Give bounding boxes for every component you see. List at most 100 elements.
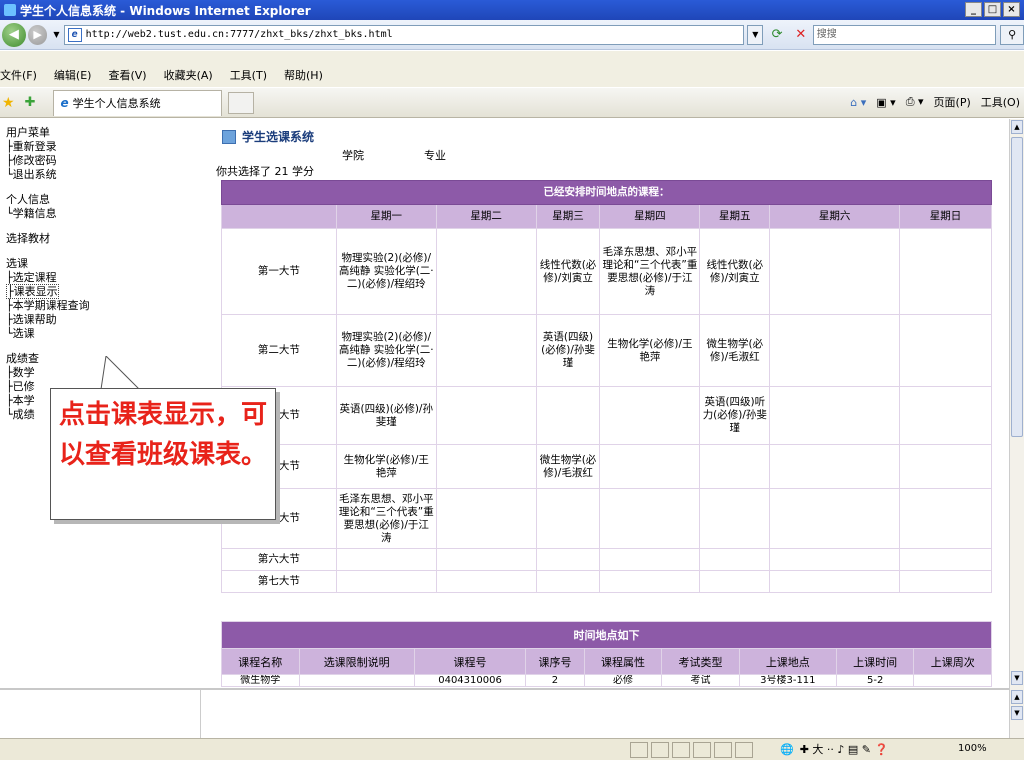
schedule-cell [769,314,901,387]
zoom-level[interactable]: 100% [958,743,987,754]
home-icon[interactable]: ⌂ ▾ [850,96,866,109]
print-icon[interactable]: ⎙ ▾ [906,95,924,109]
sidebar-item[interactable]: ├重新登录 [0,140,200,154]
lower-scroll-down-icon[interactable]: ▼ [1011,706,1023,720]
window-title-bar: 学生个人信息系统 - Windows Internet Explorer _ □… [0,0,1024,20]
vertical-scrollbar[interactable]: ▲ ▼ [1009,119,1024,738]
sidebar-group-heading[interactable]: 用户菜单 [0,125,200,140]
status-pane [651,742,669,758]
back-button[interactable]: ◀ [2,22,26,47]
sidebar-item[interactable]: └退出系统 [0,168,200,182]
tab-ie-icon: e [60,96,69,110]
sidebar-item[interactable]: ├选定课程 [0,271,200,285]
day-header: 星期六 [769,204,901,229]
tab-student-info[interactable]: e 学生个人信息系统 [53,89,222,116]
scrollbar-thumb[interactable] [1011,137,1023,437]
lower-frame [0,688,1009,740]
search-input[interactable]: 搜搜 [812,24,997,45]
schedule-cell [599,444,701,489]
sidebar-item-label: ├本学期课程查询 [6,299,90,312]
schedule-cell: 线性代数(必修)/刘寅立 [535,228,601,315]
time-location-cell [913,674,992,687]
refresh-icon[interactable]: ⟳ [767,25,787,45]
close-button[interactable]: × [1003,2,1020,17]
sidebar-group-heading[interactable]: 个人信息 [0,192,200,207]
schedule-cell: 毛泽东思想、邓小平理论和“三个代表”重要思想(必修)/于江涛 [599,228,701,315]
schedule-row: 第四大节 生物化学(必修)/王艳萍 微生物学(必修)/毛淑红 [221,444,992,489]
sidebar-item[interactable]: └学籍信息 [0,207,200,221]
schedule-cell [435,314,537,387]
time-location-header: 课程属性 [583,648,663,675]
page-menu[interactable]: 页面(P) [934,94,971,110]
frame-divider [200,690,201,740]
menu-file[interactable]: 文件(F) [0,67,37,83]
schedule-row: 第一大节 物理实验(2)(必修)/高纯静 实验化学(二·二)(必修)/程绍玲 线性代… [221,228,992,315]
sidebar-group: 个人信息 └学籍信息 [0,192,200,221]
sidebar-item-label: └成绩 [6,408,35,421]
sidebar-item[interactable]: ├选课帮助 [0,313,200,327]
minimize-button[interactable]: _ [965,2,982,17]
maximize-button[interactable]: □ [984,2,1001,17]
sidebar-item-label: ├选课帮助 [6,313,57,326]
url-dropdown-icon[interactable]: ▼ [747,24,764,45]
lower-frame-scrollbar[interactable]: ▲ ▼ [1009,688,1024,738]
sidebar-group-heading[interactable]: 选课 [0,256,200,271]
sidebar-item[interactable]: ├课表显示 [0,284,200,299]
sidebar-item-label: ├本学 [6,394,35,407]
feeds-icon[interactable]: ▣ ▾ [876,96,895,109]
schedule-cell: 生物化学(必修)/王艳萍 [335,444,437,489]
schedule-cell [599,488,701,549]
time-location-header: 课程名称 [221,648,300,675]
schedule-cell [769,228,901,315]
menu-edit[interactable]: 编辑(E) [54,67,92,83]
sidebar-item-label: └退出系统 [6,168,57,181]
day-header: 星期五 [699,204,771,229]
time-location-header: 考试类型 [661,648,740,675]
schedule-cell [435,228,537,315]
search-icon[interactable]: ⚲ [1000,24,1024,45]
menu-favorites[interactable]: 收藏夹(A) [164,67,213,83]
lower-scroll-up-icon[interactable]: ▲ [1011,690,1023,704]
schedule-caption: 已经安排时间地点的课程： [221,180,992,205]
time-location-cell: 0404310006 [413,674,527,687]
status-pane [693,742,711,758]
sidebar-item[interactable]: ├本学期课程查询 [0,299,200,313]
menu-tools[interactable]: 工具(T) [230,67,267,83]
schedule-cell: 英语(四级)(必修)/孙斐瑾 [335,386,437,445]
schedule-cell [335,570,437,593]
sidebar-item-label: ├修改密码 [6,154,57,167]
credits-summary: 你共选择了 21 学分 [216,165,314,178]
menu-view[interactable]: 查看(V) [108,67,146,83]
time-location-caption: 时间地点如下 [221,621,992,649]
scroll-down-icon[interactable]: ▼ [1011,671,1023,685]
status-pane [672,742,690,758]
schedule-row: 第二大节 物理实验(2)(必修)/高纯静 实验化学(二·二)(必修)/程绍玲 英语(… [221,314,992,387]
college-label: 学院 [342,149,364,162]
add-favorite-icon[interactable]: ✚ [25,95,36,110]
callout-text: 点击课表显示，可以查看班级课表。 [59,400,268,470]
time-location-header: 选课限制说明 [298,648,415,675]
sidebar-item-label: ├已修 [6,380,35,393]
url-input[interactable]: e http://web2.tust.edu.cn:7777/zhxt_bks/… [63,24,745,45]
schedule-cell [699,488,771,549]
sidebar-group-heading[interactable]: 选择教材 [0,231,200,246]
history-dropdown-icon[interactable]: ▼ [53,30,59,39]
forward-button[interactable]: ▶ [27,24,48,45]
schedule-cell: 微生物学(必修)/毛淑红 [535,444,601,489]
sidebar-item[interactable]: └选课 [0,327,200,341]
favorites-star-icon[interactable]: ★ [2,95,15,111]
stop-icon[interactable]: ✕ [791,25,811,45]
schedule-table: 已经安排时间地点的课程： 星期一 星期二 星期三 星期四 星期五 星期六 星期日 第一大节物… [221,180,992,593]
menu-help[interactable]: 帮助(H) [284,67,323,83]
new-tab-button[interactable] [227,91,254,114]
schedule-cell [535,570,601,593]
schedule-cell [599,386,701,445]
window-controls: _ □ × [965,2,1020,17]
sidebar-item[interactable]: ├修改密码 [0,154,200,168]
internet-zone-icon[interactable]: 🌐 [780,743,794,756]
ime-toolbar-icon[interactable]: ✚ 大 ·· ♪ ▤ ✎ ❓ [800,741,889,757]
tools-menu[interactable]: 工具(O) [981,94,1020,110]
scroll-up-icon[interactable]: ▲ [1011,120,1023,134]
day-header: 星期三 [535,204,601,229]
schedule-row: 第七大节 [221,570,992,593]
